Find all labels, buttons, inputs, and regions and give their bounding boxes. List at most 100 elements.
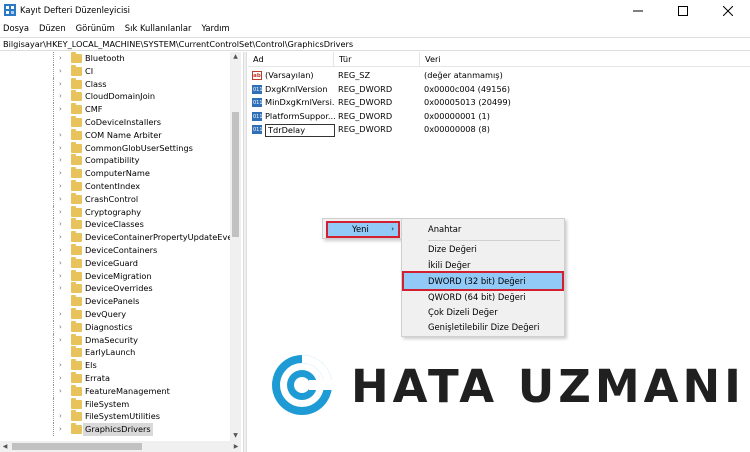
tree-item[interactable]: CoDeviceInstallers bbox=[0, 116, 230, 129]
tree-item[interactable]: › DeviceClasses bbox=[0, 218, 230, 232]
expand-chevron-icon[interactable]: › bbox=[59, 308, 62, 321]
minimize-icon bbox=[632, 10, 643, 11]
tree-item[interactable]: › GraphicsDrivers bbox=[0, 423, 230, 436]
value-row[interactable]: 011 TdrDelay REG_DWORD 0x00000008 (8) bbox=[248, 123, 648, 137]
scroll-left-icon[interactable]: ◀ bbox=[0, 441, 10, 452]
folder-icon bbox=[71, 90, 82, 102]
value-row[interactable]: 011 PlatformSuppor... REG_DWORD 0x00000001 … bbox=[248, 110, 648, 124]
expand-chevron-icon[interactable]: › bbox=[59, 385, 62, 398]
scroll-right-icon[interactable]: ▶ bbox=[231, 441, 241, 452]
expand-chevron-icon[interactable]: › bbox=[59, 423, 62, 436]
tree-item[interactable]: › Class bbox=[0, 77, 230, 91]
tree-item[interactable]: › Errata bbox=[0, 372, 230, 385]
menu-favorites[interactable]: Sık Kullanılanlar bbox=[120, 21, 197, 36]
tree-item[interactable]: › Diagnostics bbox=[0, 320, 230, 334]
tree-item[interactable]: › Els bbox=[0, 359, 230, 372]
value-row[interactable]: ab (Varsayılan) REG_SZ (değer atanmamış) bbox=[248, 69, 648, 83]
scroll-thumb[interactable] bbox=[232, 112, 239, 237]
submenu-qword-value[interactable]: QWORD (64 bit) Değeri bbox=[404, 289, 562, 305]
pane-splitter[interactable] bbox=[243, 52, 247, 452]
tree-item[interactable]: › DeviceGuard bbox=[0, 256, 230, 270]
expand-chevron-icon[interactable]: › bbox=[59, 244, 62, 257]
expand-chevron-icon[interactable]: › bbox=[59, 410, 62, 423]
tree-item[interactable]: › DeviceMigration bbox=[0, 269, 230, 283]
expand-chevron-icon[interactable]: › bbox=[59, 359, 62, 372]
expand-chevron-icon[interactable]: › bbox=[59, 270, 62, 283]
expand-chevron-icon[interactable]: › bbox=[59, 321, 62, 334]
tree-guide-line bbox=[53, 141, 54, 155]
tree-item[interactable]: › ComputerName bbox=[0, 167, 230, 180]
tree-item[interactable]: › ContentIndex bbox=[0, 180, 230, 193]
tree-item-label: Els bbox=[85, 360, 97, 371]
column-header-type[interactable]: Tür bbox=[334, 52, 420, 67]
expand-chevron-icon[interactable]: › bbox=[59, 154, 62, 167]
tree-item[interactable]: › CMF bbox=[0, 103, 230, 116]
column-header-data[interactable]: Veri bbox=[420, 52, 580, 67]
tree-item[interactable]: › CrashControl bbox=[0, 192, 230, 206]
address-bar[interactable]: Bilgisayar\HKEY_LOCAL_MACHINE\SYSTEM\Cur… bbox=[0, 37, 750, 51]
expand-chevron-icon[interactable]: › bbox=[59, 65, 62, 78]
expand-chevron-icon[interactable]: › bbox=[59, 129, 62, 142]
tree-item[interactable]: › DevQuery bbox=[0, 308, 230, 321]
tree-horizontal-scrollbar[interactable]: ◀ ▶ bbox=[0, 441, 241, 452]
scroll-up-icon[interactable]: ▲ bbox=[230, 52, 241, 62]
expand-chevron-icon[interactable]: › bbox=[59, 257, 62, 270]
tree-item[interactable]: › FeatureManagement bbox=[0, 384, 230, 398]
tree-item[interactable]: › Cryptography bbox=[0, 205, 230, 219]
expand-chevron-icon[interactable]: › bbox=[59, 334, 62, 347]
value-row[interactable]: 011 MinDxgKrnlVersi... REG_DWORD 0x00005013… bbox=[248, 96, 648, 110]
column-header-name[interactable]: Ad bbox=[248, 52, 334, 67]
folder-icon bbox=[71, 116, 82, 127]
tree-item-label: Cryptography bbox=[85, 206, 142, 217]
tree-item[interactable]: › CI bbox=[0, 64, 230, 78]
maximize-button[interactable] bbox=[660, 0, 705, 21]
expand-chevron-icon[interactable]: › bbox=[59, 167, 62, 180]
value-row[interactable]: 011 DxgKrnlVersion REG_DWORD 0x0000c004 (49… bbox=[248, 83, 648, 97]
tree-item[interactable]: › FileSystemUtilities bbox=[0, 410, 230, 424]
expand-chevron-icon[interactable]: › bbox=[59, 372, 62, 385]
expand-chevron-icon[interactable]: › bbox=[59, 90, 62, 103]
close-button[interactable] bbox=[705, 0, 750, 21]
tree-vertical-scrollbar[interactable]: ▲ ▼ bbox=[230, 52, 241, 441]
expand-chevron-icon[interactable]: › bbox=[59, 218, 62, 231]
submenu-key[interactable]: Anahtar bbox=[404, 221, 562, 237]
expand-chevron-icon[interactable]: › bbox=[59, 180, 62, 193]
expand-chevron-icon[interactable]: › bbox=[59, 103, 62, 116]
tree-item[interactable]: › DeviceContainerPropertyUpdateEvents bbox=[0, 231, 241, 244]
tree-item[interactable]: › DeviceContainers bbox=[0, 244, 230, 257]
expand-chevron-icon[interactable]: › bbox=[59, 52, 62, 65]
folder-icon bbox=[71, 269, 82, 281]
tree-item[interactable]: DevicePanels bbox=[0, 295, 230, 308]
tree-item[interactable]: › CloudDomainJoin bbox=[0, 90, 230, 104]
expand-chevron-icon[interactable]: › bbox=[59, 78, 62, 91]
expand-chevron-icon[interactable]: › bbox=[59, 282, 62, 295]
expand-chevron-icon[interactable]: › bbox=[59, 193, 62, 206]
context-menu-new[interactable]: Yeni › bbox=[326, 221, 400, 238]
tree-item[interactable]: EarlyLaunch bbox=[0, 346, 230, 360]
submenu-dword-value[interactable]: DWORD (32 bit) Değeri bbox=[402, 271, 564, 291]
scroll-thumb-horizontal[interactable] bbox=[12, 443, 142, 450]
tree-item[interactable]: › DmaSecurity bbox=[0, 333, 230, 347]
menu-file[interactable]: Dosya bbox=[0, 21, 34, 36]
scroll-down-icon[interactable]: ▼ bbox=[230, 431, 241, 441]
menu-help[interactable]: Yardım bbox=[196, 21, 234, 36]
window-title: Kayıt Defteri Düzenleyicisi bbox=[20, 5, 130, 15]
menu-edit[interactable]: Düzen bbox=[34, 21, 71, 36]
submenu-multi-string-value[interactable]: Çok Dizeli Değer bbox=[404, 304, 562, 320]
tree-item[interactable]: › DeviceOverrides bbox=[0, 282, 230, 296]
tree-item[interactable]: › Compatibility bbox=[0, 154, 230, 168]
value-name-edit-input[interactable]: TdrDelay bbox=[265, 124, 335, 137]
menu-view[interactable]: Görünüm bbox=[71, 21, 120, 36]
expand-chevron-icon[interactable]: › bbox=[59, 142, 62, 155]
expand-chevron-icon[interactable]: › bbox=[59, 206, 62, 219]
tree-item[interactable]: › CommonGlobUserSettings bbox=[0, 141, 230, 155]
tree-item[interactable]: FileSystem bbox=[0, 397, 230, 411]
submenu-expandable-string-value[interactable]: Genişletilebilir Dize Değeri bbox=[404, 319, 562, 335]
submenu-qword-label: QWORD (64 bit) Değeri bbox=[428, 292, 526, 302]
submenu-string-value[interactable]: Dize Değeri bbox=[404, 241, 562, 257]
tree-guide-line bbox=[53, 116, 54, 129]
tree-item[interactable]: › COM Name Arbiter bbox=[0, 128, 230, 142]
expand-chevron-icon[interactable]: › bbox=[59, 231, 62, 244]
minimize-button[interactable] bbox=[615, 0, 660, 21]
tree-item[interactable]: › Bluetooth bbox=[0, 52, 230, 65]
